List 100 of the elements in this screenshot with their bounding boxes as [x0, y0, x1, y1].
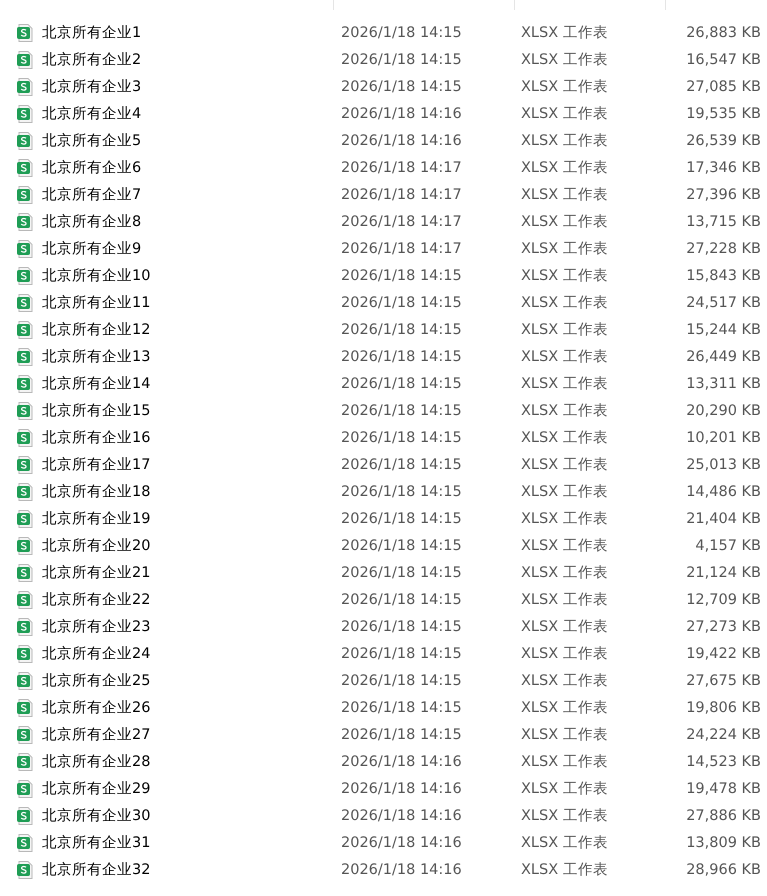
- file-size: 17,346 KB: [686, 160, 761, 176]
- file-name[interactable]: 北京所有企业30: [42, 806, 150, 825]
- modified-date: 2026/1/18 14:15: [341, 52, 462, 68]
- file-name[interactable]: 北京所有企业11: [42, 293, 150, 312]
- spreadsheet-file-icon: [17, 428, 33, 446]
- file-size: 20,290 KB: [686, 402, 761, 418]
- spreadsheet-file-icon: [17, 24, 33, 42]
- modified-date: 2026/1/18 14:15: [341, 78, 462, 94]
- file-size: 13,809 KB: [686, 834, 761, 850]
- file-name[interactable]: 北京所有企业2: [42, 50, 142, 69]
- file-size: 27,675 KB: [686, 672, 761, 688]
- file-type: XLSX 工作表: [521, 510, 608, 528]
- file-type: XLSX 工作表: [521, 105, 608, 123]
- file-type: XLSX 工作表: [521, 132, 608, 150]
- spreadsheet-file-icon: [17, 294, 33, 312]
- modified-date: 2026/1/18 14:15: [341, 564, 462, 580]
- file-type: XLSX 工作表: [521, 456, 608, 474]
- file-size: 15,843 KB: [686, 268, 761, 284]
- modified-date: 2026/1/18 14:15: [341, 376, 462, 392]
- spreadsheet-file-icon: [17, 320, 33, 338]
- file-name[interactable]: 北京所有企业12: [42, 320, 150, 339]
- file-type: XLSX 工作表: [521, 267, 608, 285]
- file-type: XLSX 工作表: [521, 78, 608, 96]
- file-size: 13,715 KB: [686, 214, 761, 230]
- file-type: XLSX 工作表: [521, 861, 608, 879]
- file-name[interactable]: 北京所有企业24: [42, 644, 150, 663]
- modified-date: 2026/1/18 14:15: [341, 726, 462, 742]
- file-type: XLSX 工作表: [521, 159, 608, 177]
- file-name[interactable]: 北京所有企业17: [42, 455, 150, 474]
- spreadsheet-file-icon: [17, 780, 33, 798]
- file-type: XLSX 工作表: [521, 348, 608, 366]
- modified-date: 2026/1/18 14:17: [341, 240, 462, 256]
- modified-date: 2026/1/18 14:15: [341, 592, 462, 608]
- file-name[interactable]: 北京所有企业31: [42, 833, 150, 852]
- file-type: XLSX 工作表: [521, 375, 608, 393]
- file-type: XLSX 工作表: [521, 429, 608, 447]
- spreadsheet-file-icon: [17, 158, 33, 176]
- file-size: 13,311 KB: [686, 376, 761, 392]
- file-size: 24,224 KB: [686, 726, 761, 742]
- modified-date: 2026/1/18 14:15: [341, 672, 462, 688]
- file-type: XLSX 工作表: [521, 294, 608, 312]
- file-size: 26,539 KB: [686, 132, 761, 148]
- file-name[interactable]: 北京所有企业13: [42, 347, 150, 366]
- file-size: 16,547 KB: [686, 52, 761, 68]
- file-type: XLSX 工作表: [521, 834, 608, 852]
- file-type: XLSX 工作表: [521, 186, 608, 204]
- file-name[interactable]: 北京所有企业16: [42, 428, 150, 447]
- file-size: 24,517 KB: [686, 294, 761, 310]
- file-name[interactable]: 北京所有企业6: [42, 158, 142, 177]
- spreadsheet-file-icon: [17, 834, 33, 852]
- spreadsheet-file-icon: [17, 132, 33, 150]
- file-name[interactable]: 北京所有企业1: [42, 23, 142, 42]
- file-type: XLSX 工作表: [521, 699, 608, 717]
- file-name[interactable]: 北京所有企业19: [42, 509, 150, 528]
- spreadsheet-file-icon: [17, 644, 33, 662]
- file-name[interactable]: 北京所有企业4: [42, 104, 142, 123]
- spreadsheet-file-icon: [17, 266, 33, 284]
- file-size: 27,396 KB: [686, 186, 761, 202]
- file-name[interactable]: 北京所有企业27: [42, 725, 150, 744]
- file-name[interactable]: 北京所有企业28: [42, 752, 150, 771]
- file-name[interactable]: 北京所有企业14: [42, 374, 150, 393]
- file-size: 14,486 KB: [686, 484, 761, 500]
- file-size: 10,201 KB: [686, 430, 761, 446]
- modified-date: 2026/1/18 14:16: [341, 106, 462, 122]
- file-name[interactable]: 北京所有企业20: [42, 536, 150, 555]
- file-name[interactable]: 北京所有企业21: [42, 563, 150, 582]
- file-size: 15,244 KB: [686, 322, 761, 338]
- spreadsheet-file-icon: [17, 482, 33, 500]
- file-name[interactable]: 北京所有企业32: [42, 860, 150, 879]
- modified-date: 2026/1/18 14:15: [341, 402, 462, 418]
- file-name[interactable]: 北京所有企业26: [42, 698, 150, 717]
- file-name[interactable]: 北京所有企业10: [42, 266, 150, 285]
- file-name[interactable]: 北京所有企业29: [42, 779, 150, 798]
- file-name[interactable]: 北京所有企业15: [42, 401, 150, 420]
- file-name[interactable]: 北京所有企业8: [42, 212, 142, 231]
- file-name[interactable]: 北京所有企业18: [42, 482, 150, 501]
- modified-date: 2026/1/18 14:16: [341, 132, 462, 148]
- file-type: XLSX 工作表: [521, 402, 608, 420]
- file-name[interactable]: 北京所有企业23: [42, 617, 150, 636]
- spreadsheet-file-icon: [17, 564, 33, 582]
- modified-date: 2026/1/18 14:15: [341, 456, 462, 472]
- file-name[interactable]: 北京所有企业3: [42, 77, 142, 96]
- file-name[interactable]: 北京所有企业7: [42, 185, 142, 204]
- modified-date: 2026/1/18 14:16: [341, 780, 462, 796]
- modified-date: 2026/1/18 14:15: [341, 510, 462, 526]
- file-name[interactable]: 北京所有企业9: [42, 239, 142, 258]
- spreadsheet-file-icon: [17, 50, 33, 68]
- spreadsheet-file-icon: [17, 374, 33, 392]
- file-size: 21,404 KB: [686, 510, 761, 526]
- modified-date: 2026/1/18 14:15: [341, 24, 462, 40]
- spreadsheet-file-icon: [17, 186, 33, 204]
- file-size: 25,013 KB: [686, 456, 761, 472]
- spreadsheet-file-icon: [17, 104, 33, 122]
- file-size: 26,883 KB: [686, 24, 761, 40]
- file-size: 26,449 KB: [686, 348, 761, 364]
- modified-date: 2026/1/18 14:15: [341, 294, 462, 310]
- file-name[interactable]: 北京所有企业22: [42, 590, 150, 609]
- file-name[interactable]: 北京所有企业25: [42, 671, 150, 690]
- modified-date: 2026/1/18 14:16: [341, 808, 462, 824]
- file-name[interactable]: 北京所有企业5: [42, 131, 142, 150]
